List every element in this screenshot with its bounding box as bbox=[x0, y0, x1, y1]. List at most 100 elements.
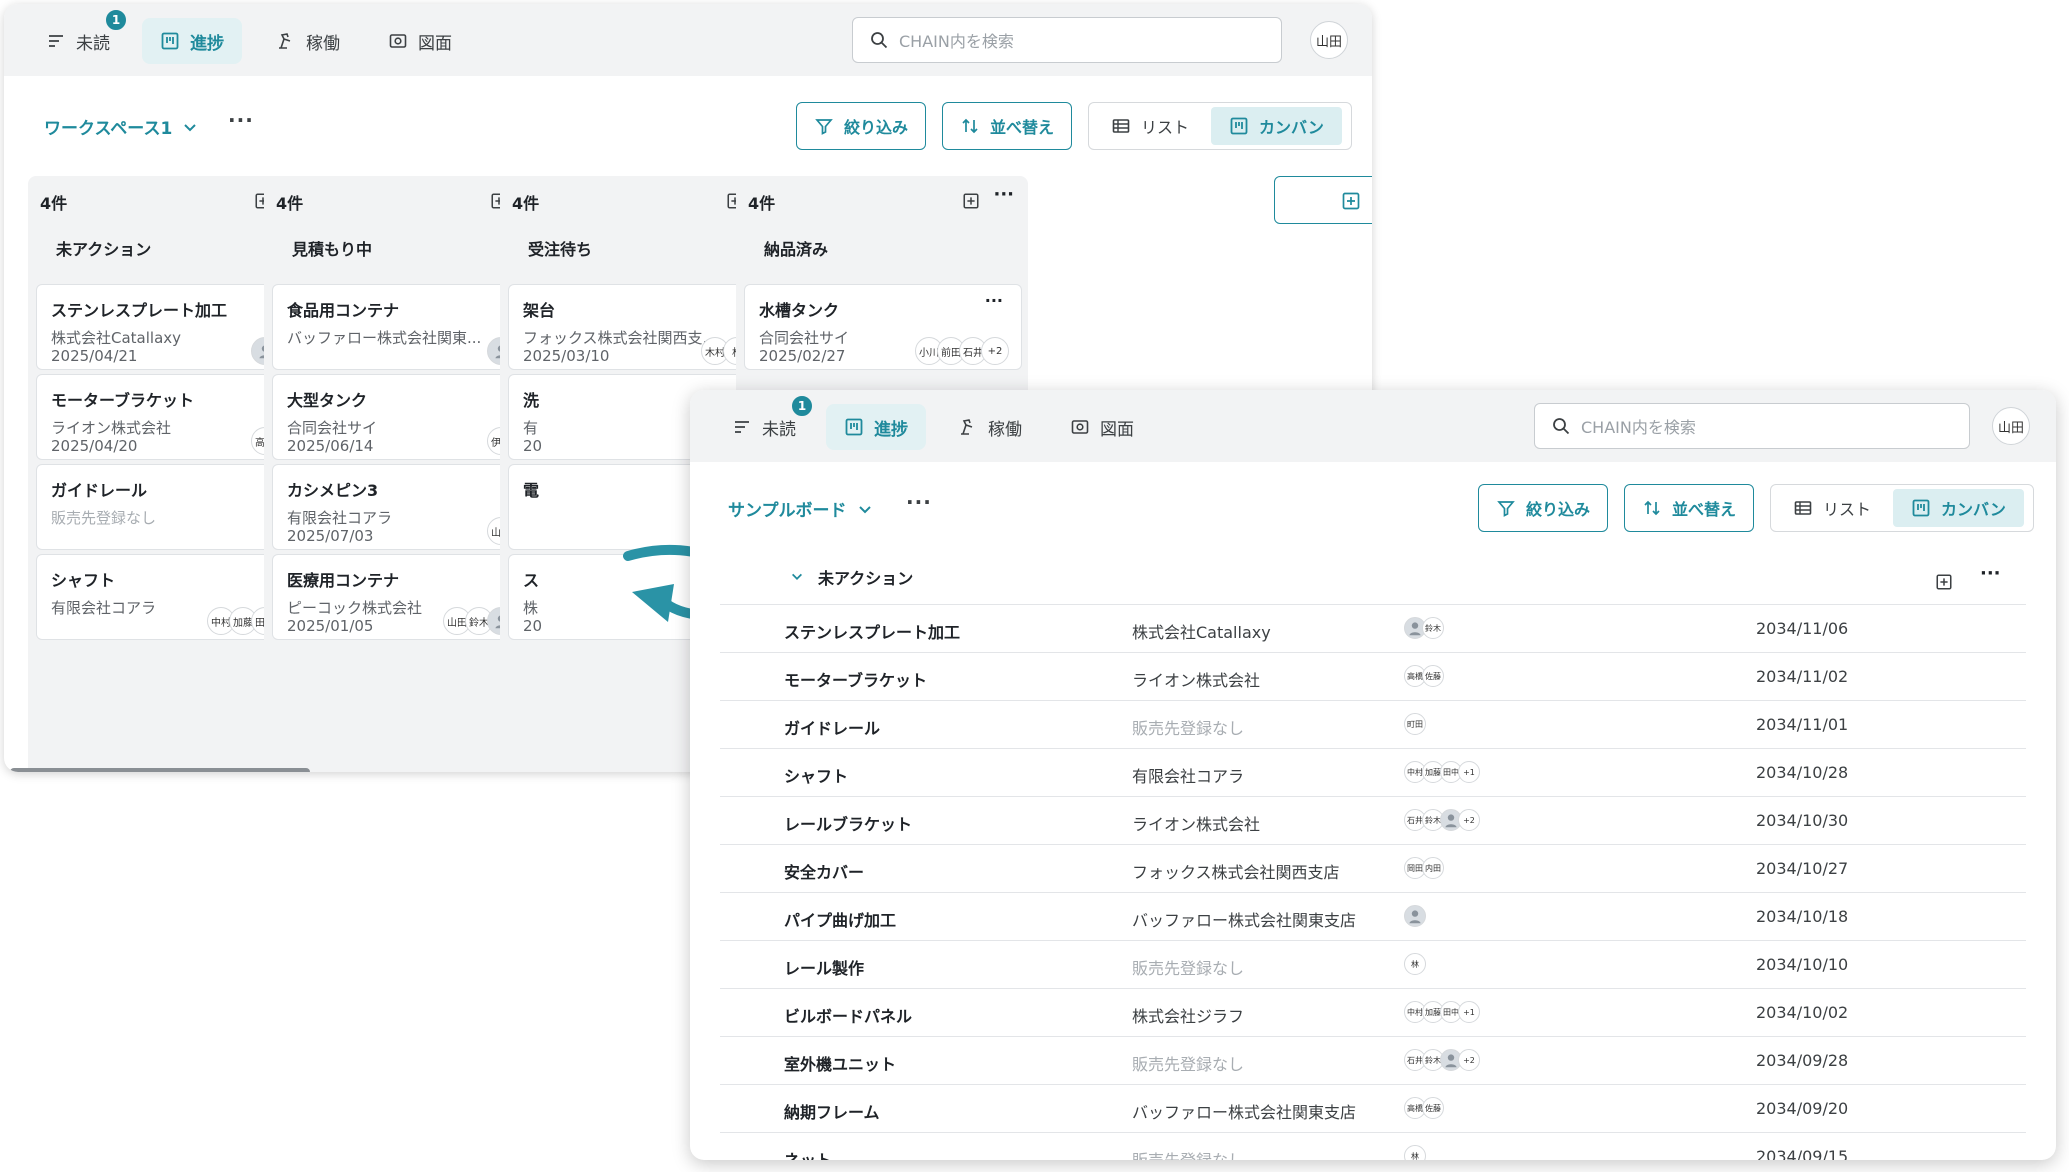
table-icon bbox=[1794, 501, 1812, 515]
search-icon bbox=[1553, 418, 1570, 435]
assignee-avatars bbox=[1404, 905, 1426, 927]
card-client: 合同会社サイ bbox=[759, 329, 850, 347]
nav-unread[interactable]: 未読 1 bbox=[28, 8, 128, 64]
view-list-label: リスト bbox=[1823, 500, 1872, 519]
view-toggle: リスト カンバン bbox=[1088, 102, 1352, 150]
table-row[interactable]: モーターブラケット ライオン株式会社 高橋 佐藤 2034/11/02 bbox=[720, 652, 2026, 700]
workspace-more-button[interactable]: ··· bbox=[228, 108, 254, 132]
column-count: 4件 bbox=[276, 194, 304, 213]
add-icon[interactable] bbox=[962, 192, 980, 210]
group-header[interactable]: 未アクション bbox=[790, 565, 913, 589]
workspace-selector[interactable]: ワークスペース1 bbox=[44, 114, 198, 139]
table-row[interactable]: ビルボードパネル 株式会社ジラフ 中村 加藤 田中 +1 2034/10/02 bbox=[720, 988, 2026, 1036]
card-client: 有限会社コアラ bbox=[51, 599, 157, 617]
card-title: 医療用コンテナ bbox=[287, 571, 400, 590]
kanban-card[interactable]: 水槽タンク ··· 合同会社サイ 2025/02/27 小川 前田 石井 +2 bbox=[744, 284, 1022, 370]
nav-unread[interactable]: 未読 1 bbox=[714, 394, 814, 450]
kanban-icon bbox=[845, 418, 863, 436]
filter-button[interactable]: 絞り込み bbox=[796, 102, 926, 150]
user-avatar[interactable]: 山田 bbox=[1310, 21, 1348, 59]
view-kanban-option[interactable]: カンバン bbox=[1211, 107, 1342, 145]
row-name: 安全カバー bbox=[784, 863, 865, 882]
table-row[interactable]: 納期フレーム バッファロー株式会社関東支店 高橋 佐藤 2034/09/20 bbox=[720, 1084, 2026, 1132]
nav-progress[interactable]: 進捗 bbox=[142, 18, 242, 64]
row-client: ライオン株式会社 bbox=[1132, 815, 1261, 834]
nav-progress[interactable]: 進捗 bbox=[826, 404, 926, 450]
sort-label: 並べ替え bbox=[1671, 500, 1736, 519]
chevron-down-icon bbox=[792, 573, 802, 580]
nav-progress-label: 進捗 bbox=[190, 33, 224, 54]
top-nav: 未読 1 進捗 稼働 図面 CHAIN内を検索 山田 bbox=[690, 390, 2056, 462]
top-nav: 未読 1 進捗 稼働 図面 CHAIN内を検索 山田 bbox=[4, 4, 1372, 76]
column-more-button[interactable]: ··· bbox=[993, 184, 1014, 205]
user-avatar[interactable]: 山田 bbox=[1992, 407, 2030, 445]
card-more-button[interactable]: ··· bbox=[985, 291, 1003, 310]
card-title: 電 bbox=[523, 481, 540, 500]
card-due-date: 2025/01/05 bbox=[287, 617, 374, 635]
table-row[interactable]: パイプ曲げ加工 バッファロー株式会社関東支店 2034/10/18 bbox=[720, 892, 2026, 940]
kanban-icon bbox=[1230, 117, 1248, 135]
card-title: 食品用コンテナ bbox=[287, 301, 400, 320]
card-due-date: 2025/03/10 bbox=[523, 347, 610, 365]
column-title: 未アクション bbox=[56, 240, 152, 259]
person-icon bbox=[1445, 814, 1457, 828]
board-more-button[interactable]: ··· bbox=[906, 490, 932, 514]
filter-button[interactable]: 絞り込み bbox=[1478, 484, 1608, 532]
assignee-avatar: 林 bbox=[1404, 953, 1426, 975]
search-placeholder: CHAIN内を検索 bbox=[1581, 418, 1696, 437]
horizontal-scrollbar[interactable] bbox=[10, 768, 310, 772]
unread-badge: 1 bbox=[104, 8, 128, 32]
nav-unread-label: 未読 bbox=[762, 419, 796, 440]
row-name: レールブラケット bbox=[784, 815, 913, 834]
sort-button[interactable]: 並べ替え bbox=[1624, 484, 1754, 532]
assignee-avatars: 中村 加藤 田中 +1 bbox=[1404, 1001, 1480, 1023]
nav-operation[interactable]: 稼働 bbox=[940, 404, 1040, 450]
row-date: 2034/10/27 bbox=[1756, 859, 1849, 878]
add-column-button[interactable] bbox=[1274, 176, 1372, 224]
column-count: 4件 bbox=[40, 194, 68, 213]
table-row[interactable]: ステンレスプレート加工 株式会社Catallaxy 鈴木 2034/11/06 bbox=[720, 604, 2026, 652]
card-due-date: 2025/02/27 bbox=[759, 347, 846, 365]
view-list-option[interactable]: リスト bbox=[1775, 489, 1889, 527]
card-title: ス bbox=[523, 571, 540, 590]
view-list-label: リスト bbox=[1141, 118, 1190, 137]
nav-operation-label: 稼働 bbox=[988, 419, 1022, 440]
table-row[interactable]: ネット 販売先登録なし 林 2034/09/15 bbox=[720, 1132, 2026, 1160]
filter-icon bbox=[815, 119, 833, 135]
sort-icon bbox=[1644, 500, 1660, 516]
assignee-avatars: 岡田 内田 bbox=[1404, 857, 1444, 879]
table-row[interactable]: ガイドレール 販売先登録なし 町田 2034/11/01 bbox=[720, 700, 2026, 748]
filter-label: 絞り込み bbox=[1525, 500, 1590, 519]
card-title: シャフト bbox=[51, 571, 116, 590]
group-title: 未アクション bbox=[818, 569, 914, 588]
search-input[interactable]: CHAIN内を検索 bbox=[1534, 403, 1970, 449]
card-title: 大型タンク bbox=[287, 391, 368, 410]
table-row[interactable]: レールブラケット ライオン株式会社 石井 鈴木 +2 2034/10/30 bbox=[720, 796, 2026, 844]
search-input[interactable]: CHAIN内を検索 bbox=[852, 17, 1282, 63]
table-row[interactable]: シャフト 有限会社コアラ 中村 加藤 田中 +1 2034/10/28 bbox=[720, 748, 2026, 796]
row-client: 有限会社コアラ bbox=[1132, 767, 1245, 786]
sort-button[interactable]: 並べ替え bbox=[942, 102, 1072, 150]
view-kanban-option[interactable]: カンバン bbox=[1893, 489, 2024, 527]
add-icon[interactable] bbox=[1935, 573, 1953, 591]
nav-operation[interactable]: 稼働 bbox=[258, 18, 358, 64]
assignee-avatars: 町田 bbox=[1404, 713, 1426, 735]
card-client: 株 bbox=[523, 599, 539, 617]
table-row[interactable]: レール製作 販売先登録なし 林 2034/10/10 bbox=[720, 940, 2026, 988]
table-row[interactable]: 安全カバー フォックス株式会社関西支店 岡田 内田 2034/10/27 bbox=[720, 844, 2026, 892]
nav-drawing-label: 図面 bbox=[418, 33, 452, 54]
drawing-icon bbox=[1071, 420, 1089, 434]
view-list-option[interactable]: リスト bbox=[1093, 107, 1207, 145]
nav-drawing-label: 図面 bbox=[1100, 419, 1134, 440]
assignee-avatars: 鈴木 bbox=[1404, 617, 1444, 639]
board-selector[interactable]: サンプルボード bbox=[728, 496, 873, 521]
list-window: 未読 1 進捗 稼働 図面 CHAIN内を検索 山田 サンプルボード ··· 絞… bbox=[690, 390, 2056, 1160]
group-more-button[interactable]: ··· bbox=[1980, 563, 2001, 584]
row-date: 2034/09/28 bbox=[1756, 1051, 1849, 1070]
nav-drawing[interactable]: 図面 bbox=[370, 18, 470, 64]
filter-label: 絞り込み bbox=[843, 118, 908, 137]
nav-drawing[interactable]: 図面 bbox=[1052, 404, 1152, 450]
card-title: モーターブラケット bbox=[51, 391, 195, 410]
table-row[interactable]: 室外機ユニット 販売先登録なし 石井 鈴木 +2 2034/09/28 bbox=[720, 1036, 2026, 1084]
row-date: 2034/11/02 bbox=[1756, 667, 1849, 686]
